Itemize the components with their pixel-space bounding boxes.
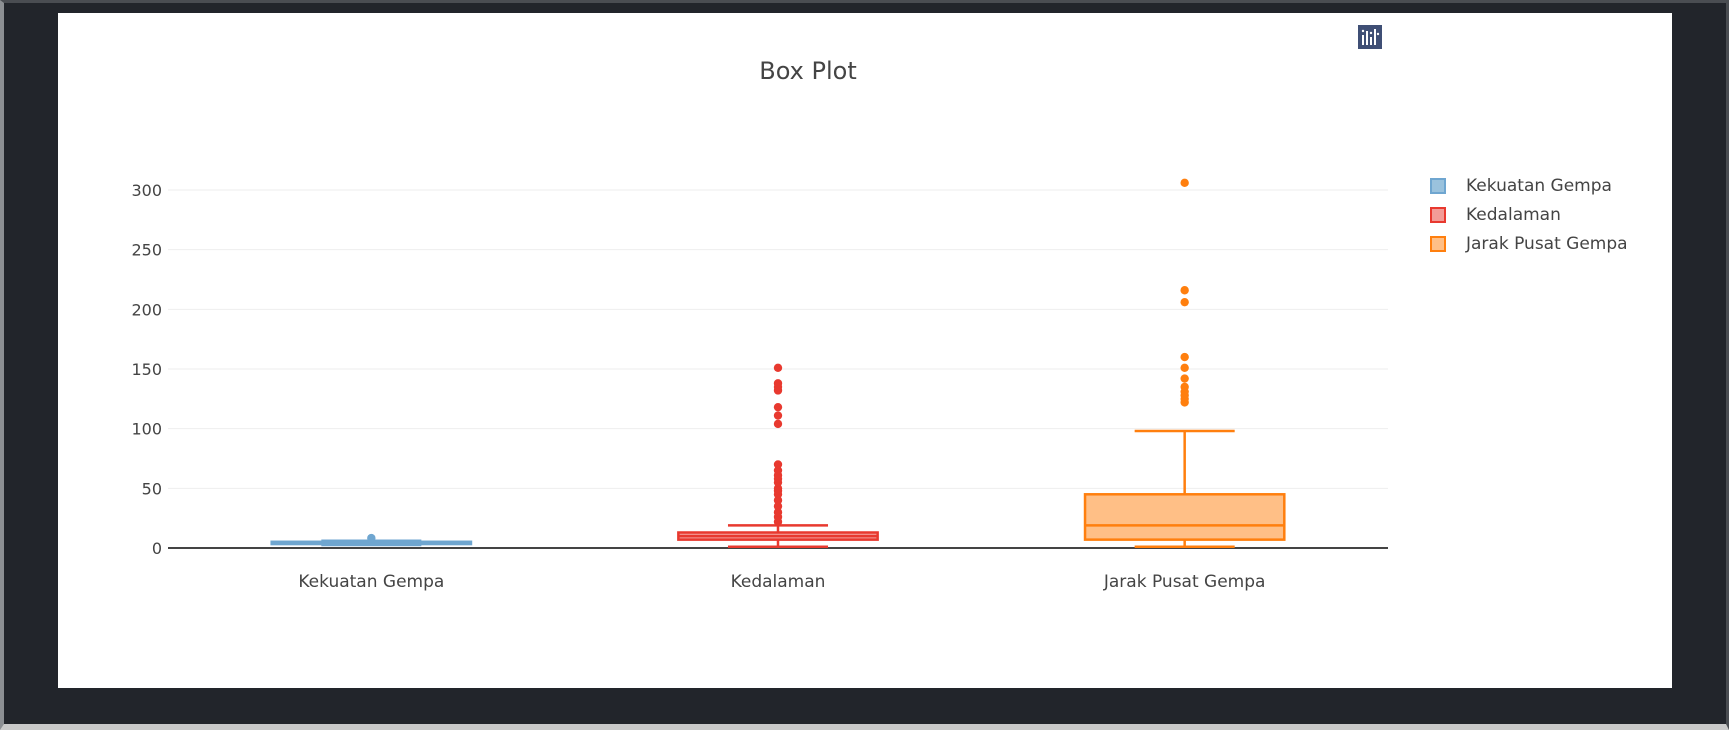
plot-container: 0 50 100 150 200 250 300 Kekuatan Gempa Kedalam…: [58, 13, 1672, 688]
legend-item-kedalaman[interactable]: Kedalaman: [1430, 200, 1628, 229]
outlier-point: [1180, 374, 1189, 383]
zoom-icon[interactable]: [1359, 25, 1436, 53]
outlier-point: [1180, 382, 1189, 392]
reset-axes-icon[interactable]: [1359, 25, 1618, 53]
outlier-point: [1180, 352, 1189, 362]
box-plot-chart: 0 50 100 150 200 250 300 Kekuatan Gempa Kedalam…: [131, 57, 1388, 592]
plotly-logo-icon[interactable]: [1358, 25, 1664, 53]
box-trace-0: [270, 533, 473, 547]
legend: Kekuatan Gempa Kedalaman Jarak Pusat Gem…: [1430, 171, 1628, 258]
legend-label: Jarak Pusat Gempa: [1466, 233, 1628, 254]
chart-title: Box Plot: [759, 57, 856, 85]
outlier-point: [773, 419, 783, 429]
autoscale-icon[interactable]: [1358, 25, 1584, 53]
legend-item-kekuatan-gempa[interactable]: Kekuatan Gempa: [1430, 171, 1628, 200]
outlier-point: [1180, 297, 1189, 307]
outlier-point: [773, 379, 783, 388]
outlier-point: [773, 363, 783, 373]
outlier-point: [367, 533, 376, 543]
y-tick-label: 0: [152, 539, 162, 558]
outlier-point: [773, 402, 783, 412]
iqr-box: [1083, 493, 1286, 541]
x-tick-label: Kedalaman: [731, 572, 826, 592]
outlier-point: [773, 460, 783, 469]
y-tick-label: 200: [131, 300, 162, 319]
box-trace-1: [677, 363, 879, 549]
y-tick-label: 300: [131, 181, 162, 200]
x-tick-label: Kekuatan Gempa: [298, 572, 444, 592]
outlier-point: [1180, 286, 1189, 295]
y-tick-label: 100: [131, 420, 162, 439]
legend-item-jarak-pusat-gempa[interactable]: Jarak Pusat Gempa: [1430, 229, 1628, 258]
x-tick-label: Jarak Pusat Gempa: [1103, 572, 1266, 592]
y-tick-label: 250: [131, 241, 162, 260]
legend-label: Kedalaman: [1466, 204, 1561, 225]
outlier-point: [1180, 178, 1189, 188]
y-tick-label: 50: [142, 479, 162, 498]
modebar: [1358, 25, 1664, 53]
y-tick-label: 150: [131, 360, 162, 379]
outlier-point: [773, 411, 783, 420]
zoom-in-icon[interactable]: [1358, 25, 1516, 53]
zoom-out-icon[interactable]: [1358, 25, 1550, 53]
legend-swatch: [1430, 177, 1446, 194]
box-trace-2: [1083, 178, 1286, 549]
legend-label: Kekuatan Gempa: [1466, 175, 1612, 196]
legend-swatch: [1430, 206, 1446, 223]
outlier-point: [1180, 363, 1189, 373]
pan-icon[interactable]: [1358, 25, 1470, 53]
legend-swatch: [1430, 235, 1446, 252]
